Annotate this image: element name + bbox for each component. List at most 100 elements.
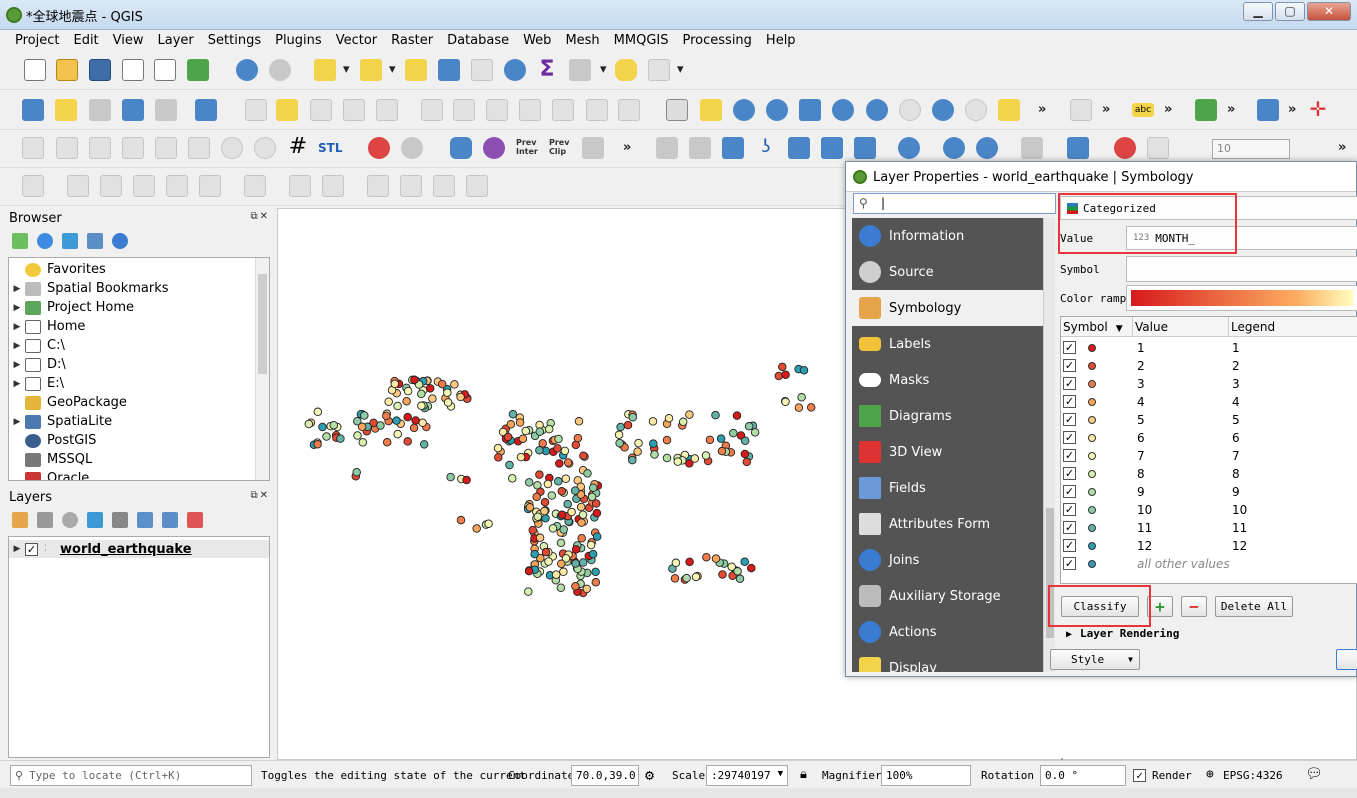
class-visibility-checkbox[interactable]: ✓	[1063, 539, 1076, 552]
coordinate-field[interactable]: 70.0,39.0	[571, 765, 639, 786]
delete-selected-icon[interactable]	[453, 99, 475, 121]
sidebar-item-symbology[interactable]: Symbology	[852, 290, 1043, 326]
python-console-icon[interactable]	[450, 137, 472, 159]
maximize-button[interactable]: ▢	[1275, 2, 1305, 21]
layer-row-world-earthquake[interactable]: ▶ ✓ ⁚ world_earthquake	[9, 540, 269, 558]
class-value[interactable]: 5	[1137, 413, 1145, 427]
open-project-icon[interactable]	[56, 59, 78, 81]
merge-features-icon[interactable]	[67, 175, 89, 197]
class-row[interactable]: ✓ 5 5	[1061, 411, 1357, 429]
remove-class-button[interactable]: −	[1181, 596, 1207, 617]
sidebar-item-actions[interactable]: Actions	[852, 614, 1043, 650]
map-tips-icon[interactable]	[615, 59, 637, 81]
zoom-native-icon[interactable]	[899, 99, 921, 121]
tree-item-mssql[interactable]: MSSQL	[9, 450, 92, 469]
sidebar-item-joins[interactable]: Joins	[852, 542, 1043, 578]
pan-map-hand-icon[interactable]	[666, 99, 688, 121]
globe-tool-2-icon[interactable]	[943, 137, 965, 159]
locator-search-input[interactable]: ⚲ Type to locate (Ctrl+K)	[10, 765, 252, 786]
class-value[interactable]: 12	[1137, 539, 1152, 553]
filter-icon[interactable]	[62, 233, 78, 249]
zoom-next-icon[interactable]	[965, 99, 987, 121]
copy-features-icon[interactable]	[519, 99, 541, 121]
lifebuoy-icon[interactable]	[368, 137, 390, 159]
save-project-icon[interactable]	[89, 59, 111, 81]
class-symbol-swatch[interactable]	[1088, 470, 1096, 478]
class-legend[interactable]: 4	[1232, 395, 1240, 409]
delete-all-button[interactable]: Delete All	[1215, 596, 1293, 617]
minimize-button[interactable]: ▁	[1243, 2, 1273, 21]
crs-globe-icon[interactable]: ⊕	[1206, 767, 1214, 782]
column-header-symbol[interactable]: Symbol ▼	[1061, 317, 1133, 337]
messages-bubble-icon[interactable]: 💬︎	[1305, 766, 1323, 782]
lock-scale-icon[interactable]: 🔒︎	[800, 767, 807, 782]
class-legend[interactable]: 1	[1232, 341, 1240, 355]
class-symbol-swatch[interactable]	[1088, 524, 1096, 532]
reverse-line-icon[interactable]	[433, 175, 455, 197]
data-source-manager-icon[interactable]	[22, 99, 44, 121]
tree-item-drive-e[interactable]: ▶ E:\	[9, 374, 64, 393]
browser-scrollbar[interactable]	[255, 258, 269, 480]
sidebar-item-labels[interactable]: Labels	[852, 326, 1043, 362]
magnet-snapping-icon[interactable]	[1114, 137, 1136, 159]
class-value[interactable]: 2	[1137, 359, 1145, 373]
annotation-dropdown-icon[interactable]: ▾	[677, 62, 684, 77]
properties-info-icon[interactable]	[112, 233, 128, 249]
class-row[interactable]: ✓ 4 4	[1061, 393, 1357, 411]
class-value[interactable]: 8	[1137, 467, 1145, 481]
class-symbol-swatch[interactable]	[1088, 380, 1096, 388]
snap-vertex-icon[interactable]	[1147, 137, 1169, 159]
class-visibility-checkbox[interactable]: ✓	[1063, 395, 1076, 408]
menu-vector[interactable]: Vector	[329, 30, 384, 52]
add-vector-layer-icon[interactable]	[89, 99, 111, 121]
close-button[interactable]: ✕	[1307, 2, 1351, 21]
class-visibility-checkbox[interactable]: ✓	[1063, 377, 1076, 390]
class-visibility-checkbox[interactable]: ✓	[1063, 467, 1076, 480]
pan-to-selection-icon[interactable]	[700, 99, 722, 121]
profile-tool-icon[interactable]	[22, 137, 44, 159]
tree-item-drive-c[interactable]: ▶ C:\	[9, 336, 65, 355]
plugin-tool-icon[interactable]	[1195, 99, 1217, 121]
delete-ring-icon[interactable]	[367, 175, 389, 197]
analysis-tool-icon[interactable]	[221, 137, 243, 159]
panel-float-close-icon[interactable]: ⧉✕	[250, 211, 270, 222]
menu-settings[interactable]: Settings	[201, 30, 268, 52]
class-value[interactable]: 4	[1137, 395, 1145, 409]
sidebar-item-display[interactable]: Display	[852, 650, 1043, 672]
new-project-icon[interactable]	[24, 59, 46, 81]
sidebar-item-fields[interactable]: Fields	[852, 470, 1043, 506]
more-plugin-chevron-icon[interactable]: »	[1227, 102, 1235, 117]
add-geopackage-layer-icon[interactable]	[55, 99, 77, 121]
class-value[interactable]: 3	[1137, 377, 1145, 391]
text-annotation-icon[interactable]	[648, 59, 670, 81]
sidebar-item-diagrams[interactable]: Diagrams	[852, 398, 1043, 434]
class-value[interactable]: 11	[1137, 521, 1152, 535]
paste-features-icon[interactable]	[552, 99, 574, 121]
class-value[interactable]: 1	[1137, 341, 1145, 355]
panel-float-close-icon[interactable]: ⧉✕	[250, 490, 270, 501]
analysis-tool-2-icon[interactable]	[254, 137, 276, 159]
prev-inter-icon[interactable]: Prev Inter	[516, 138, 538, 156]
class-legend[interactable]: 11	[1232, 521, 1247, 535]
deselect-features-icon[interactable]	[405, 59, 427, 81]
expand-all-icon[interactable]	[137, 512, 153, 528]
menu-web[interactable]: Web	[516, 30, 558, 52]
cut-features-icon[interactable]	[486, 99, 508, 121]
new-temporary-layer-icon[interactable]	[195, 99, 217, 121]
style-menu-button[interactable]: Style ▼	[1050, 649, 1140, 670]
profile-tool-3-icon[interactable]	[89, 137, 111, 159]
add-delimited-text-icon[interactable]	[155, 99, 177, 121]
more-snapping-chevron-icon[interactable]: »	[1338, 140, 1346, 155]
class-symbol-swatch[interactable]	[1088, 416, 1096, 424]
current-edits-icon[interactable]	[245, 99, 267, 121]
select-by-value-icon[interactable]	[360, 59, 382, 81]
color-ramp-combo[interactable]	[1126, 285, 1357, 311]
symbol-button[interactable]	[1126, 256, 1357, 282]
rotation-spinbox[interactable]: 0.0 °	[1040, 765, 1126, 786]
new-map-view-icon[interactable]	[998, 99, 1020, 121]
class-symbol-swatch[interactable]	[1088, 362, 1096, 370]
add-group-icon[interactable]	[37, 512, 53, 528]
menu-view[interactable]: View	[106, 30, 151, 52]
fill-ring-icon[interactable]	[322, 175, 344, 197]
filter-legend-icon[interactable]	[87, 512, 103, 528]
